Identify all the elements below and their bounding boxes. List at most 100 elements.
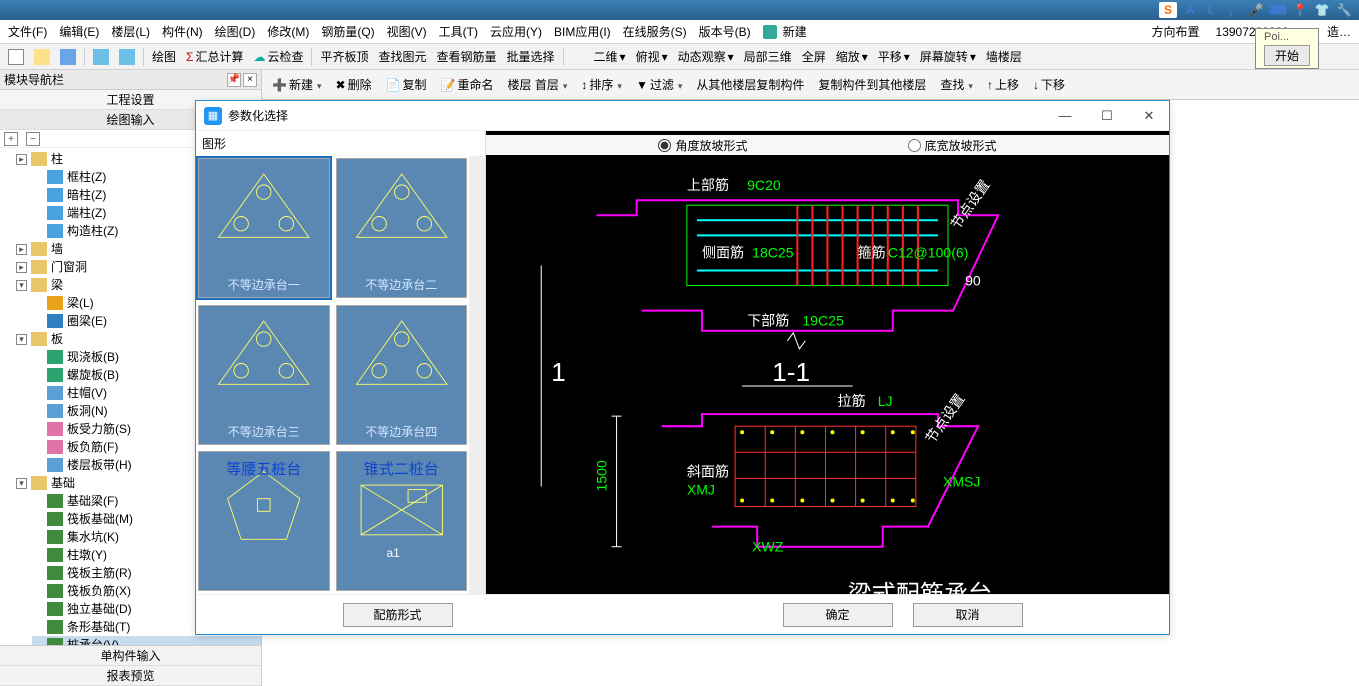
maximize-button[interactable]: ☐: [1095, 108, 1119, 124]
expand-icon[interactable]: ▸: [16, 154, 27, 165]
menu-online[interactable]: 在线服务(S): [619, 21, 691, 42]
tb-find[interactable]: 查找图元: [374, 46, 430, 67]
tb-fullscreen[interactable]: 全屏: [798, 46, 830, 67]
menu-draw[interactable]: 绘图(D): [211, 21, 260, 42]
tb-save[interactable]: [56, 47, 80, 67]
ime-mic-icon[interactable]: 🎤: [1247, 2, 1265, 18]
sogou-icon[interactable]: S: [1159, 2, 1177, 18]
menu-cloud[interactable]: 云应用(Y): [486, 21, 546, 42]
radio-width[interactable]: 底宽放坡形式: [908, 137, 997, 154]
ctx-sort[interactable]: ↕排序: [577, 74, 626, 95]
tb-orbit[interactable]: 动态观察▾: [674, 46, 738, 67]
ime-a-icon[interactable]: A: [1181, 2, 1199, 18]
tb-local3d[interactable]: 局部三维: [740, 46, 796, 67]
shape-item[interactable]: 锥式二桩台a1: [336, 451, 468, 591]
tb-batchsel[interactable]: 批量选择: [503, 46, 559, 67]
tb-align[interactable]: 平齐板顶: [316, 46, 372, 67]
ime-wrench-icon[interactable]: 🔧: [1335, 2, 1353, 18]
ok-button[interactable]: 确定: [783, 603, 893, 627]
tb-pan[interactable]: 平移▾: [874, 46, 914, 67]
collapse-all-icon[interactable]: −: [26, 132, 40, 146]
ctx-delete[interactable]: ✖删除: [332, 74, 376, 95]
expand-icon[interactable]: ▸: [16, 262, 27, 273]
expand-icon[interactable]: ▸: [16, 244, 27, 255]
tree-label: 梁: [51, 276, 63, 294]
minimize-button[interactable]: —: [1053, 108, 1077, 124]
tb-sum[interactable]: Σ汇总计算: [182, 46, 247, 67]
new-search-button[interactable]: 新建: [759, 19, 815, 44]
menu-edit[interactable]: 编辑(E): [55, 21, 103, 42]
tb-open[interactable]: [30, 47, 54, 67]
menu-bim[interactable]: BIM应用(I): [550, 21, 615, 42]
menu-floor[interactable]: 楼层(L): [107, 21, 154, 42]
ime-moon-icon[interactable]: ☾: [1203, 2, 1221, 18]
expand-icon[interactable]: ▾: [16, 334, 27, 345]
doc-icon: [763, 25, 777, 39]
close-button[interactable]: ✕: [1137, 108, 1161, 124]
rebar-form-button[interactable]: 配筋形式: [343, 603, 453, 627]
pin-icon[interactable]: 📌: [227, 73, 241, 87]
item-icon: [47, 350, 63, 364]
shape-scrollbar[interactable]: [469, 156, 485, 594]
ime-kb-icon[interactable]: ⌨: [1269, 2, 1287, 18]
tb-new[interactable]: [4, 47, 28, 67]
menu-view[interactable]: 视图(V): [383, 21, 431, 42]
tb-draw[interactable]: 绘图: [148, 46, 180, 67]
tab-report[interactable]: 报表预览: [0, 666, 261, 686]
tb-zoom[interactable]: 缩放▾: [832, 46, 872, 67]
ctx-copyfrom[interactable]: 从其他楼层复制构件: [692, 74, 808, 95]
expand-all-icon[interactable]: +: [4, 132, 18, 146]
shape-item[interactable]: 不等边承台二: [336, 158, 468, 298]
radio-angle[interactable]: 角度放坡形式: [658, 137, 747, 154]
tb-cloudcheck[interactable]: ☁云检查: [249, 46, 307, 67]
shape-item[interactable]: 不等边承台一: [198, 158, 330, 298]
tb-undo[interactable]: [89, 47, 113, 67]
ctx-floor[interactable]: 楼层 首层: [504, 74, 572, 95]
ctx-copy[interactable]: 📄复制: [382, 74, 431, 95]
svg-text:下部筋: 下部筋: [747, 313, 789, 329]
menu-file[interactable]: 文件(F): [4, 21, 51, 42]
tb-wallfloor[interactable]: 墙楼层: [982, 46, 1026, 67]
tab-single-input[interactable]: 单构件输入: [0, 646, 261, 666]
role-label: 造…: [1323, 21, 1355, 42]
expand-icon[interactable]: ▾: [16, 280, 27, 291]
tb-topview[interactable]: 俯视▾: [632, 46, 672, 67]
menu-tool[interactable]: 工具(T): [435, 21, 482, 42]
tb-rotate[interactable]: 屏幕旋转▾: [916, 46, 980, 67]
ctx-movedown[interactable]: ↓下移: [1029, 74, 1069, 95]
shape-grid[interactable]: 不等边承台一不等边承台二不等边承台三不等边承台四等腰五桩台锥式二桩台a1: [196, 156, 469, 594]
shape-item[interactable]: 不等边承台三: [198, 305, 330, 445]
tree-leaf-label: 框柱(Z): [67, 168, 106, 186]
shape-item[interactable]: 不等边承台四: [336, 305, 468, 445]
svg-text:18C25: 18C25: [752, 244, 794, 260]
ctx-rename[interactable]: 📝重命名: [437, 74, 498, 95]
shape-item[interactable]: 等腰五桩台: [198, 451, 330, 591]
ctx-search[interactable]: 查找: [936, 74, 977, 95]
ctx-filter[interactable]: ▼过滤: [632, 74, 686, 95]
ime-comma-icon[interactable]: ，: [1225, 2, 1243, 18]
ime-shirt-icon[interactable]: 👕: [1313, 2, 1331, 18]
item-icon: [47, 494, 63, 508]
callout-start-button[interactable]: 开始: [1264, 45, 1310, 66]
ctx-copyto[interactable]: 复制构件到其他楼层: [814, 74, 930, 95]
tb-redo[interactable]: [115, 47, 139, 67]
tb-2d[interactable]: 二维▾: [590, 46, 630, 67]
menu-rebar[interactable]: 钢筋量(Q): [317, 21, 378, 42]
dialog-titlebar[interactable]: ▦ 参数化选择 — ☐ ✕: [196, 101, 1169, 131]
item-icon: [47, 386, 63, 400]
ctx-moveup[interactable]: ↑上移: [983, 74, 1023, 95]
close-icon[interactable]: ×: [243, 73, 257, 87]
expand-icon[interactable]: ▾: [16, 478, 27, 489]
menu-modify[interactable]: 修改(M): [263, 21, 313, 42]
ctx-new[interactable]: ➕新建: [268, 74, 326, 95]
ime-pin-icon[interactable]: 📍: [1291, 2, 1309, 18]
folder-icon: [31, 242, 47, 256]
menu-version[interactable]: 版本号(B): [695, 21, 755, 42]
cancel-button[interactable]: 取消: [913, 603, 1023, 627]
tb-viewrebar[interactable]: 查看钢筋量: [433, 46, 501, 67]
dir-layout-button[interactable]: 方向布置: [1148, 21, 1204, 42]
menu-component[interactable]: 构件(N): [158, 21, 207, 42]
item-icon: [47, 512, 63, 526]
tree-leaf-label: 板洞(N): [67, 402, 108, 420]
tree-leaf[interactable]: 桩承台(V): [32, 636, 261, 645]
